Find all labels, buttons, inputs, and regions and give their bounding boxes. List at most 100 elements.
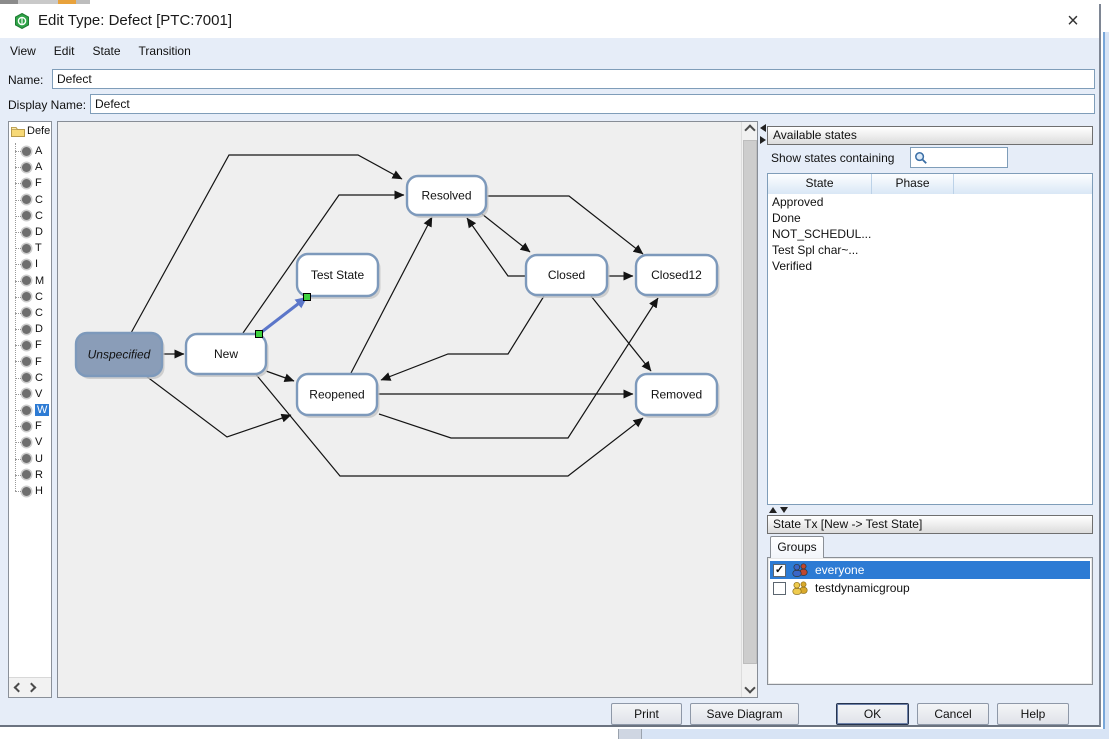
state-node-Closed[interactable]: Closed [526,255,610,298]
titlebar: Edit Type: Defect [PTC:7001] × [0,4,1099,38]
checkbox-unchecked[interactable] [773,582,786,595]
scroll-left-icon[interactable] [14,683,24,693]
tree-item-7[interactable]: I [9,256,51,272]
tree-item-label: D [35,226,43,238]
checkbox-checked[interactable]: ✓ [773,564,786,577]
transition-handle-start[interactable] [256,331,263,338]
scroll-down-button[interactable] [742,680,758,696]
menu-item-transition[interactable]: Transition [137,42,193,60]
cancel-button[interactable]: Cancel [917,703,989,725]
horizontal-splitter[interactable] [769,507,788,513]
workflow-canvas[interactable]: Unspecified New Test State Resolved Closed Cl… [57,121,758,698]
tree-item-21[interactable]: H [9,483,51,499]
field-node-icon [22,308,31,317]
state-node-New[interactable]: New [186,334,269,377]
field-node-icon [22,341,31,350]
tree-item-15[interactable]: V [9,386,51,402]
tree-item-20[interactable]: R [9,467,51,483]
collapse-up-icon[interactable] [769,507,777,513]
group-row-everyone[interactable]: ✓ everyone [770,561,1090,579]
tree-item-16[interactable]: W [9,402,51,418]
transition-Unspecified-to-Resolved[interactable] [131,155,402,333]
tree-items: AAFCCDTIMCCDFFCVWFVURH [9,143,51,499]
state-node-TestState[interactable]: Test State [297,254,381,299]
state-node-Reopened[interactable]: Reopened [297,374,380,418]
tree-item-9[interactable]: C [9,289,51,305]
scrollbar-thumb[interactable] [743,140,757,664]
close-button[interactable]: × [1059,7,1087,35]
transition-New-to-TestState-selected[interactable] [259,297,307,334]
field-node-icon [22,406,31,415]
search-box[interactable] [910,147,1008,168]
column-header-filler [954,174,1092,194]
tree-item-2[interactable]: F [9,175,51,191]
available-state-row[interactable]: NOT_SCHEDUL... [768,226,1092,242]
column-header-state[interactable]: State [768,174,872,194]
tree-item-13[interactable]: F [9,353,51,369]
state-node-Closed12[interactable]: Closed12 [636,255,720,298]
tree-horizontal-scrollbar[interactable] [9,677,51,697]
vertical-splitter[interactable] [760,124,767,144]
menu-item-state[interactable]: State [90,42,122,60]
available-state-row[interactable]: Done [768,210,1092,226]
tree-item-5[interactable]: D [9,224,51,240]
display-name-input[interactable] [91,95,1094,113]
tree-item-17[interactable]: F [9,418,51,434]
screen: Edit Type: Defect [PTC:7001] × View Edit S… [0,0,1109,739]
tree-item-label: F [35,420,42,432]
collapse-left-icon[interactable] [760,124,766,132]
transition-handle-end[interactable] [304,294,311,301]
print-button[interactable]: Print [611,703,682,725]
tree-item-label: U [35,453,43,465]
canvas-vertical-scrollbar[interactable] [741,122,757,697]
tree-item-18[interactable]: V [9,434,51,450]
tree-item-19[interactable]: U [9,451,51,467]
state-node-Resolved[interactable]: Resolved [407,176,489,218]
transition-Closed-to-Resolved[interactable] [467,218,525,276]
menu-item-edit[interactable]: Edit [52,42,77,60]
scroll-right-icon[interactable] [27,683,37,693]
transition-Resolved-to-Closed12[interactable] [487,196,643,254]
tree-item-4[interactable]: C [9,208,51,224]
tree-root[interactable]: Defe [11,125,50,137]
expand-down-icon[interactable] [780,507,788,513]
tree-item-3[interactable]: C [9,192,51,208]
tree-item-10[interactable]: C [9,305,51,321]
search-input[interactable] [930,149,1006,166]
menu-item-view[interactable]: View [8,42,38,60]
name-input[interactable] [53,70,1094,88]
transition-Resolved-to-Closed[interactable] [482,214,530,252]
tree-item-11[interactable]: D [9,321,51,337]
state-tx-header: State Tx [New -> Test State] [767,515,1093,534]
expand-right-icon[interactable] [760,136,766,144]
available-state-row[interactable]: Verified [768,258,1092,274]
tree-item-12[interactable]: F [9,337,51,353]
tree-item-14[interactable]: C [9,370,51,386]
transition-Closed-to-Reopened[interactable] [381,296,544,380]
transition-New-to-Reopened[interactable] [266,371,294,381]
state-node-Unspecified[interactable]: Unspecified [76,333,165,379]
transition-Reopened-to-Closed12[interactable] [379,298,658,438]
save-diagram-button[interactable]: Save Diagram [690,703,799,725]
available-state-row[interactable]: Test Spl char~... [768,242,1092,258]
state-node-Removed[interactable]: Removed [636,374,720,418]
available-state-row[interactable]: Approved [768,194,1092,210]
tab-groups[interactable]: Groups [770,536,824,558]
tree-item-label: F [35,356,42,368]
column-header-phase[interactable]: Phase [872,174,954,194]
tree-item-6[interactable]: T [9,240,51,256]
tree-item-1[interactable]: A [9,159,51,175]
help-button[interactable]: Help [997,703,1069,725]
scroll-up-button[interactable] [742,122,758,138]
available-states-table[interactable]: StatePhase ApprovedDoneNOT_SCHEDUL...Tes… [767,173,1093,505]
tree-item-0[interactable]: A [9,143,51,159]
name-label: Name: [8,73,43,87]
field-node-icon [22,147,31,156]
group-name: everyone [815,563,864,577]
tree-item-label: C [35,194,43,206]
transition-Unspecified-to-Reopened[interactable] [146,376,291,437]
ok-button[interactable]: OK [836,703,909,725]
tree-item-8[interactable]: M [9,273,51,289]
transition-Closed-to-Removed[interactable] [591,296,651,371]
group-row-testdynamicgroup[interactable]: testdynamicgroup [770,579,1090,597]
